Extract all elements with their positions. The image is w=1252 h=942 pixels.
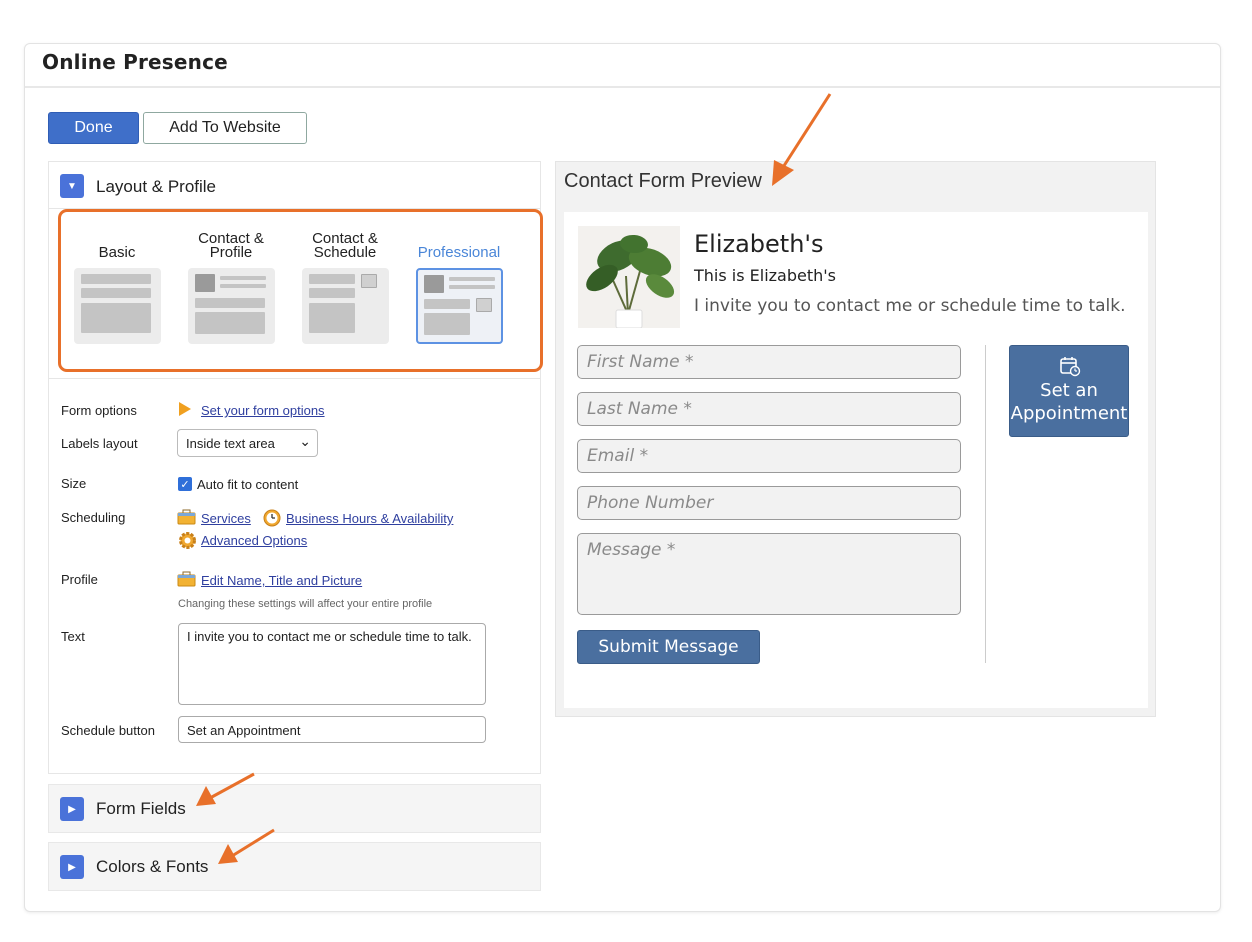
schedule-button-label: Schedule button — [61, 723, 155, 738]
calendar-clock-icon — [1060, 357, 1081, 377]
edit-profile-link[interactable]: Edit Name, Title and Picture — [201, 573, 362, 588]
page-title: Online Presence — [42, 50, 228, 74]
business-hours-link[interactable]: Business Hours & Availability — [286, 511, 453, 526]
colors-fonts-title: Colors & Fonts — [96, 857, 209, 876]
profile-message: I invite you to contact me or schedule t… — [694, 296, 1126, 316]
layout-profile-title: Layout & Profile — [96, 177, 217, 196]
profile-subtitle: This is Elizabeth's — [694, 266, 836, 285]
auto-fit-label: Auto fit to content — [197, 477, 299, 492]
briefcase-icon — [177, 571, 196, 587]
layout-option-name: Contact & Schedule — [312, 230, 378, 261]
labels-layout-label: Labels layout — [61, 436, 138, 451]
done-button[interactable]: Done — [48, 112, 139, 144]
profile-name: Elizabeth's — [694, 230, 824, 258]
gear-icon — [179, 532, 196, 549]
set-form-options-link[interactable]: Set your form options — [201, 403, 325, 418]
layout-thumbnail — [302, 268, 389, 344]
annotation-arrow-icon — [196, 772, 255, 806]
panel-header: Online Presence — [25, 44, 1220, 88]
text-textarea[interactable]: I invite you to contact me or schedule t… — [178, 623, 486, 705]
scheduling-label: Scheduling — [61, 510, 126, 525]
labels-layout-value: Inside text area — [186, 436, 275, 451]
appointment-line-2: Appointment — [1010, 403, 1128, 424]
layout-option-name: Contact & Profile — [198, 230, 264, 261]
play-icon — [179, 402, 191, 416]
expand-icon[interactable]: ▶ — [60, 855, 84, 879]
profile-hint: Changing these settings will affect your… — [178, 598, 433, 610]
phone-field[interactable]: Phone Number — [577, 486, 961, 520]
layout-options-group: Basic Contact & Profile Contact & Schedu… — [58, 209, 543, 372]
schedule-button-input[interactable]: Set an Appointment — [178, 716, 486, 743]
first-name-field[interactable]: First Name * — [577, 345, 961, 379]
labels-layout-select[interactable]: Inside text area ⌄ — [177, 429, 318, 457]
message-field[interactable]: Message * — [577, 533, 961, 615]
email-field[interactable]: Email * — [577, 439, 961, 473]
advanced-options-link[interactable]: Advanced Options — [201, 533, 307, 548]
divider — [49, 378, 540, 379]
form-fields-section[interactable]: ▶ Form Fields — [48, 784, 541, 833]
chevron-down-icon: ⌄ — [299, 433, 311, 449]
layout-profile-header[interactable]: ▼ Layout & Profile — [49, 162, 540, 209]
layout-option-name: Professional — [417, 244, 501, 261]
clock-icon — [263, 509, 281, 527]
annotation-arrow-icon — [218, 828, 275, 864]
colors-fonts-section[interactable]: ▶ Colors & Fonts — [48, 842, 541, 891]
collapse-icon[interactable]: ▼ — [60, 174, 84, 198]
layout-thumbnail-selected — [416, 268, 503, 344]
preview-title: Contact Form Preview — [564, 170, 762, 192]
appointment-line-1: Set an — [1040, 380, 1098, 401]
preview-card: Elizabeth's This is Elizabeth's I invite… — [564, 212, 1148, 708]
form-fields-title: Form Fields — [96, 799, 186, 818]
briefcase-icon — [177, 509, 196, 525]
contact-form-preview: Contact Form Preview Elizabeth's This is… — [555, 161, 1156, 717]
last-name-field[interactable]: Last Name * — [577, 392, 961, 426]
auto-fit-checkbox[interactable]: ✓ — [178, 477, 192, 491]
size-label: Size — [61, 476, 87, 491]
profile-photo — [578, 226, 680, 328]
form-options-label: Form options — [61, 403, 137, 418]
submit-message-button[interactable]: Submit Message — [577, 630, 760, 664]
expand-icon[interactable]: ▶ — [60, 797, 84, 821]
services-link[interactable]: Services — [201, 511, 251, 526]
layout-thumbnail — [188, 268, 275, 344]
layout-option-name: Basic — [98, 244, 136, 261]
layout-thumbnail — [74, 268, 161, 344]
add-to-website-button[interactable]: Add To Website — [143, 112, 307, 144]
preview-divider — [985, 345, 986, 663]
annotation-arrow-icon — [772, 93, 832, 186]
profile-label: Profile — [61, 572, 98, 587]
set-appointment-button[interactable]: Set an Appointment — [1009, 345, 1129, 437]
text-label: Text — [61, 629, 85, 644]
